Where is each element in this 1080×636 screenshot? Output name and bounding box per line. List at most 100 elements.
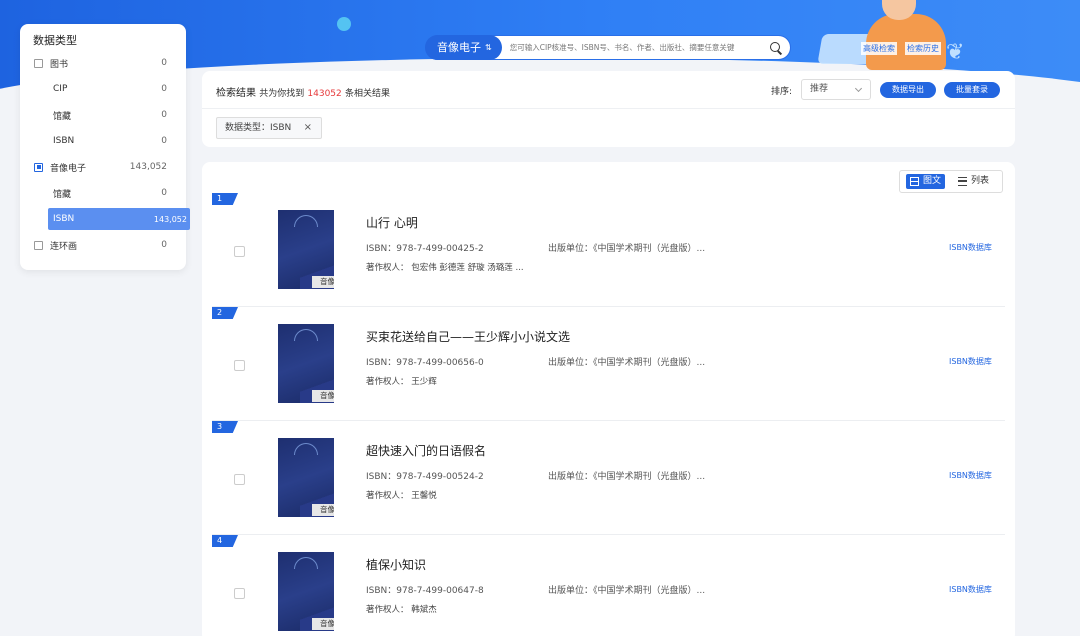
sidebar-item-isbn-active[interactable]: ISBN 143,052 [48, 208, 190, 230]
item-checkbox[interactable] [234, 360, 245, 371]
sidebar-item-label: 馆藏 [53, 189, 72, 200]
checkbox[interactable] [34, 58, 43, 68]
index-badge: 2 [212, 307, 238, 319]
search-input[interactable]: 您可输入CIP核准号、ISBN号、书名、作者、出版社、摘要任意关键 [502, 42, 768, 53]
sidebar-item-label: ISBN [53, 136, 75, 146]
item-title[interactable]: 植保小知识 [366, 556, 426, 573]
search-bar: 音像电子 ⇅ 您可输入CIP核准号、ISBN号、书名、作者、出版社、摘要任意关键 [425, 34, 791, 60]
isbn-database-link[interactable]: ISBN数据库 [949, 584, 992, 595]
search-icon[interactable] [768, 40, 784, 56]
grid-icon [910, 177, 919, 186]
results-suffix: 条相关结果 [344, 89, 390, 99]
search-type-selector[interactable]: 音像电子 ⇅ [425, 34, 502, 60]
sidebar-item-comics[interactable]: 连环画 0 [20, 234, 186, 256]
batch-import-button[interactable]: 批量套录 [944, 82, 1000, 98]
data-type-sidebar: 数据类型 图书 0 CIP 0 馆藏 0 ISBN 0 音像电子 143,052… [20, 24, 190, 270]
index-badge: 1 [212, 193, 238, 205]
item-checkbox[interactable] [234, 246, 245, 257]
chevron-down-icon [854, 84, 863, 93]
item-title[interactable]: 山行 心明 [366, 214, 418, 231]
cover-tag: 音像电子 [312, 390, 334, 402]
sidebar-title: 数据类型 [33, 34, 77, 47]
cover-image[interactable]: 音像电子 [278, 210, 334, 289]
sidebar-item-audio-electronic[interactable]: 音像电子 143,052 [20, 156, 186, 178]
sidebar-item-isbn[interactable]: ISBN 0 [20, 130, 186, 152]
list-item: 3 音像电子 超快速入门的日语假名 ISBN：978-7-499-00524-2… [202, 421, 1015, 535]
list-icon [958, 177, 967, 186]
top-links: 高级检索 检索历史 [861, 42, 941, 55]
sidebar-item-count: 143,052 [153, 214, 187, 224]
sidebar-item-count: 0 [161, 240, 167, 250]
search-history-link[interactable]: 检索历史 [905, 42, 941, 55]
index-badge: 3 [212, 421, 238, 433]
sidebar-item-cip[interactable]: CIP 0 [20, 78, 186, 100]
sidebar-item-label: 音像电子 [50, 163, 87, 174]
close-icon[interactable]: × [304, 118, 312, 138]
sidebar-item-collection[interactable]: 馆藏 0 [20, 182, 186, 204]
swap-icon: ⇅ [485, 42, 492, 52]
cover-image[interactable]: 音像电子 [278, 438, 334, 517]
sidebar-item-collection[interactable]: 馆藏 0 [20, 104, 186, 126]
list-item: 2 音像电子 买束花送给自己——王少辉小小说文选 ISBN：978-7-499-… [202, 307, 1015, 421]
isbn-database-link[interactable]: ISBN数据库 [949, 470, 992, 481]
sort-value: 推荐 [810, 84, 829, 94]
cover-image[interactable]: 音像电子 [278, 552, 334, 631]
person-illustration [866, 0, 946, 70]
cover-tag: 音像电子 [312, 276, 334, 288]
item-publisher: 出版单位：《中国学术期刊（光盘版）... [548, 358, 706, 368]
item-title[interactable]: 超快速入门的日语假名 [366, 442, 486, 459]
sidebar-item-label: ISBN [53, 214, 75, 224]
divider [202, 108, 1015, 109]
item-isbn: ISBN：978-7-499-00647-8 [366, 586, 484, 596]
item-publisher: 出版单位：《中国学术期刊（光盘版）... [548, 472, 706, 482]
search-type-label: 音像电子 [437, 41, 481, 54]
advanced-search-link[interactable]: 高级检索 [861, 42, 897, 55]
isbn-database-link[interactable]: ISBN数据库 [949, 356, 992, 367]
item-isbn: ISBN：978-7-499-00524-2 [366, 472, 484, 482]
results-prefix: 共为你找到 [259, 89, 305, 99]
export-button[interactable]: 数据导出 [880, 82, 936, 98]
item-isbn: ISBN：978-7-499-00656-0 [366, 358, 484, 368]
item-author: 著作权人： 王少辉 [366, 377, 437, 387]
item-publisher: 出版单位：《中国学术期刊（光盘版）... [548, 586, 706, 596]
item-author: 著作权人： 韩斌杰 [366, 605, 437, 615]
filter-tag-label: 数据类型：ISBN [225, 123, 292, 133]
leaf-illustration: ❦ [946, 40, 965, 65]
sidebar-item-label: 图书 [50, 59, 69, 70]
sidebar-item-count: 0 [161, 84, 167, 94]
isbn-database-link[interactable]: ISBN数据库 [949, 242, 992, 253]
item-author: 著作权人： 包宏伟 彭德莲 舒璇 汤璐莲 ... [366, 263, 524, 273]
sidebar-item-count: 0 [161, 136, 167, 146]
view-toggle: 图文 列表 [899, 170, 1003, 193]
sort-select[interactable]: 推荐 [801, 79, 871, 100]
list-item: 4 音像电子 植保小知识 ISBN：978-7-499-00647-8 出版单位… [202, 535, 1015, 636]
list-view-label: 列表 [971, 176, 990, 186]
sidebar-item-label: 馆藏 [53, 111, 72, 122]
sidebar-item-count: 0 [161, 58, 167, 68]
results-count: 143052 [307, 89, 342, 99]
checkbox[interactable] [34, 240, 43, 250]
grid-view-button[interactable]: 图文 [906, 174, 946, 189]
list-view-button[interactable]: 列表 [954, 174, 993, 189]
item-checkbox[interactable] [234, 588, 245, 599]
list-item: 1 音像电子 山行 心明 ISBN：978-7-499-00425-2 出版单位… [202, 193, 1015, 307]
cover-tag: 音像电子 [312, 504, 334, 516]
item-isbn: ISBN：978-7-499-00425-2 [366, 244, 484, 254]
sidebar-item-label: CIP [53, 84, 68, 94]
item-publisher: 出版单位：《中国学术期刊（光盘版）... [548, 244, 706, 254]
decorative-dot [337, 17, 351, 31]
results-summary: 检索结果 共为你找到 143052 条相关结果 [216, 84, 390, 99]
sidebar-item-count: 0 [161, 188, 167, 198]
checkbox-checked[interactable] [34, 162, 43, 172]
results-list: 图文 列表 1 音像电子 山行 心明 ISBN：978-7-499-00425-… [202, 162, 1015, 636]
results-title: 检索结果 [216, 88, 256, 99]
cover-tag: 音像电子 [312, 618, 334, 630]
cover-image[interactable]: 音像电子 [278, 324, 334, 403]
filter-tag: 数据类型：ISBN × [216, 117, 322, 139]
item-title[interactable]: 买束花送给自己——王少辉小小说文选 [366, 328, 570, 345]
grid-view-label: 图文 [923, 176, 942, 186]
sidebar-item-count: 0 [161, 110, 167, 120]
sidebar-item-label: 连环画 [50, 241, 78, 252]
sidebar-item-books[interactable]: 图书 0 [20, 52, 186, 74]
item-checkbox[interactable] [234, 474, 245, 485]
